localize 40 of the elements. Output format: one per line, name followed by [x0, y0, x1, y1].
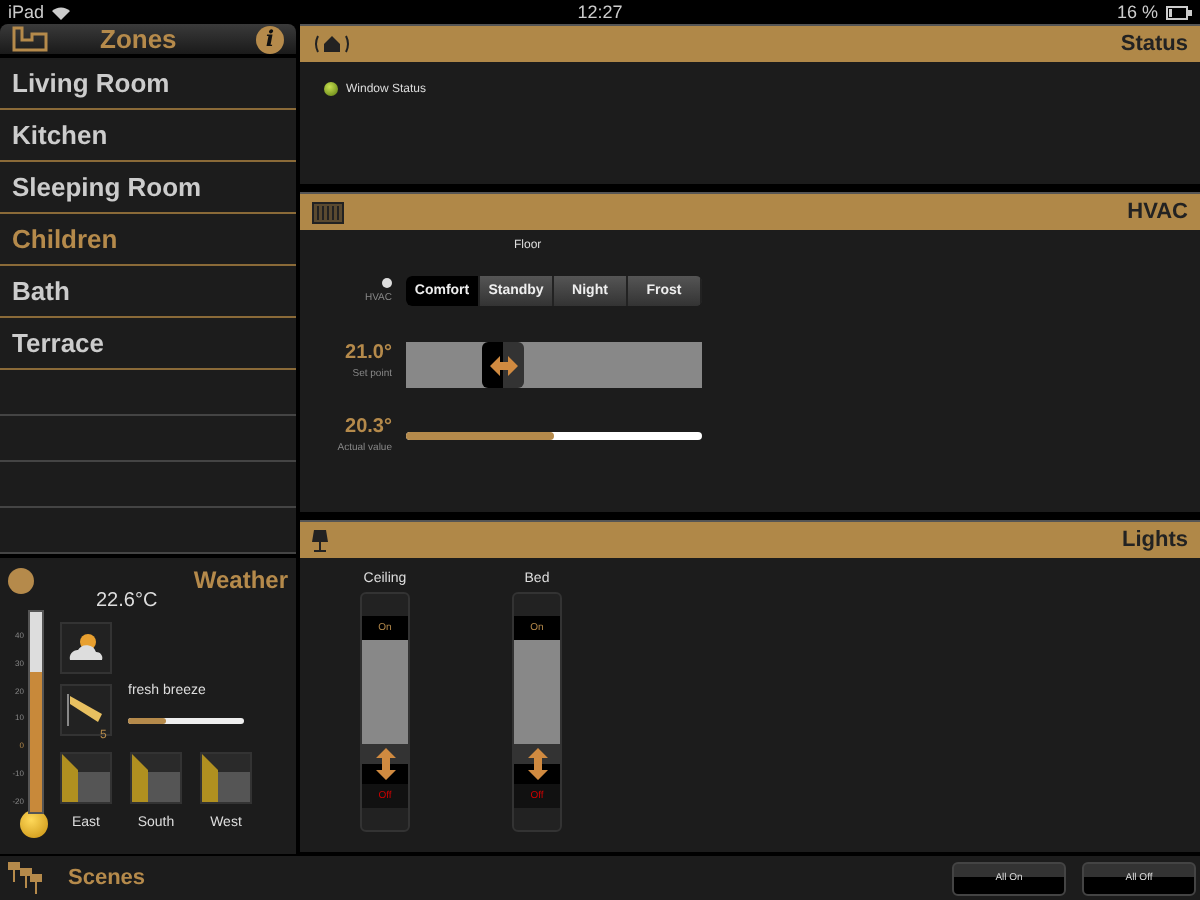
battery-percentage: 16 % — [1116, 2, 1158, 22]
zone-item[interactable]: Living Room — [0, 58, 296, 110]
radiator-icon — [312, 201, 344, 223]
shutter-icon — [60, 752, 112, 804]
setpoint-value: 21.0° — [345, 342, 392, 364]
cloud-sun-icon — [60, 622, 112, 674]
status-indicator — [324, 82, 338, 96]
zone-item[interactable]: Bath — [0, 266, 296, 318]
up-down-arrow-icon — [527, 748, 547, 780]
house-signal-icon — [312, 32, 352, 56]
lamp-icon — [312, 529, 328, 551]
wifi-icon — [52, 5, 71, 19]
dimmer-thumb[interactable] — [362, 744, 408, 784]
up-down-arrow-icon — [375, 748, 395, 780]
shutter-icon — [130, 752, 182, 804]
weather-title: Weather — [193, 566, 288, 594]
battery-icon — [1166, 5, 1192, 19]
hvac-title: HVAC — [1127, 200, 1188, 224]
zone-item[interactable]: Kitchen — [0, 110, 296, 162]
device-name: iPad — [8, 2, 45, 22]
dimmer-thumb[interactable] — [514, 744, 560, 784]
setpoint-slider[interactable] — [406, 342, 702, 388]
zone-item[interactable]: Sleeping Room — [0, 162, 296, 214]
sun-icon — [8, 567, 34, 593]
zones-title: Zones — [98, 24, 179, 54]
thermometer-bulb — [20, 810, 48, 838]
windsock-icon — [60, 684, 112, 736]
slider-thumb[interactable] — [482, 342, 525, 388]
info-button[interactable]: i — [256, 25, 284, 53]
status-title: Status — [1120, 32, 1188, 56]
lamps-icon — [8, 862, 44, 894]
temperature-reading: 22.6°C — [94, 590, 160, 612]
status-light — [382, 278, 392, 288]
shutter-icon — [200, 752, 252, 804]
left-right-arrow-icon — [489, 355, 518, 375]
zone-item[interactable]: Children — [0, 214, 296, 266]
clock-time: 12:27 — [577, 2, 623, 22]
scenes-title: Scenes — [66, 866, 148, 890]
lights-title: Lights — [1122, 528, 1188, 552]
actual-temperature: 20.3° — [345, 416, 392, 438]
